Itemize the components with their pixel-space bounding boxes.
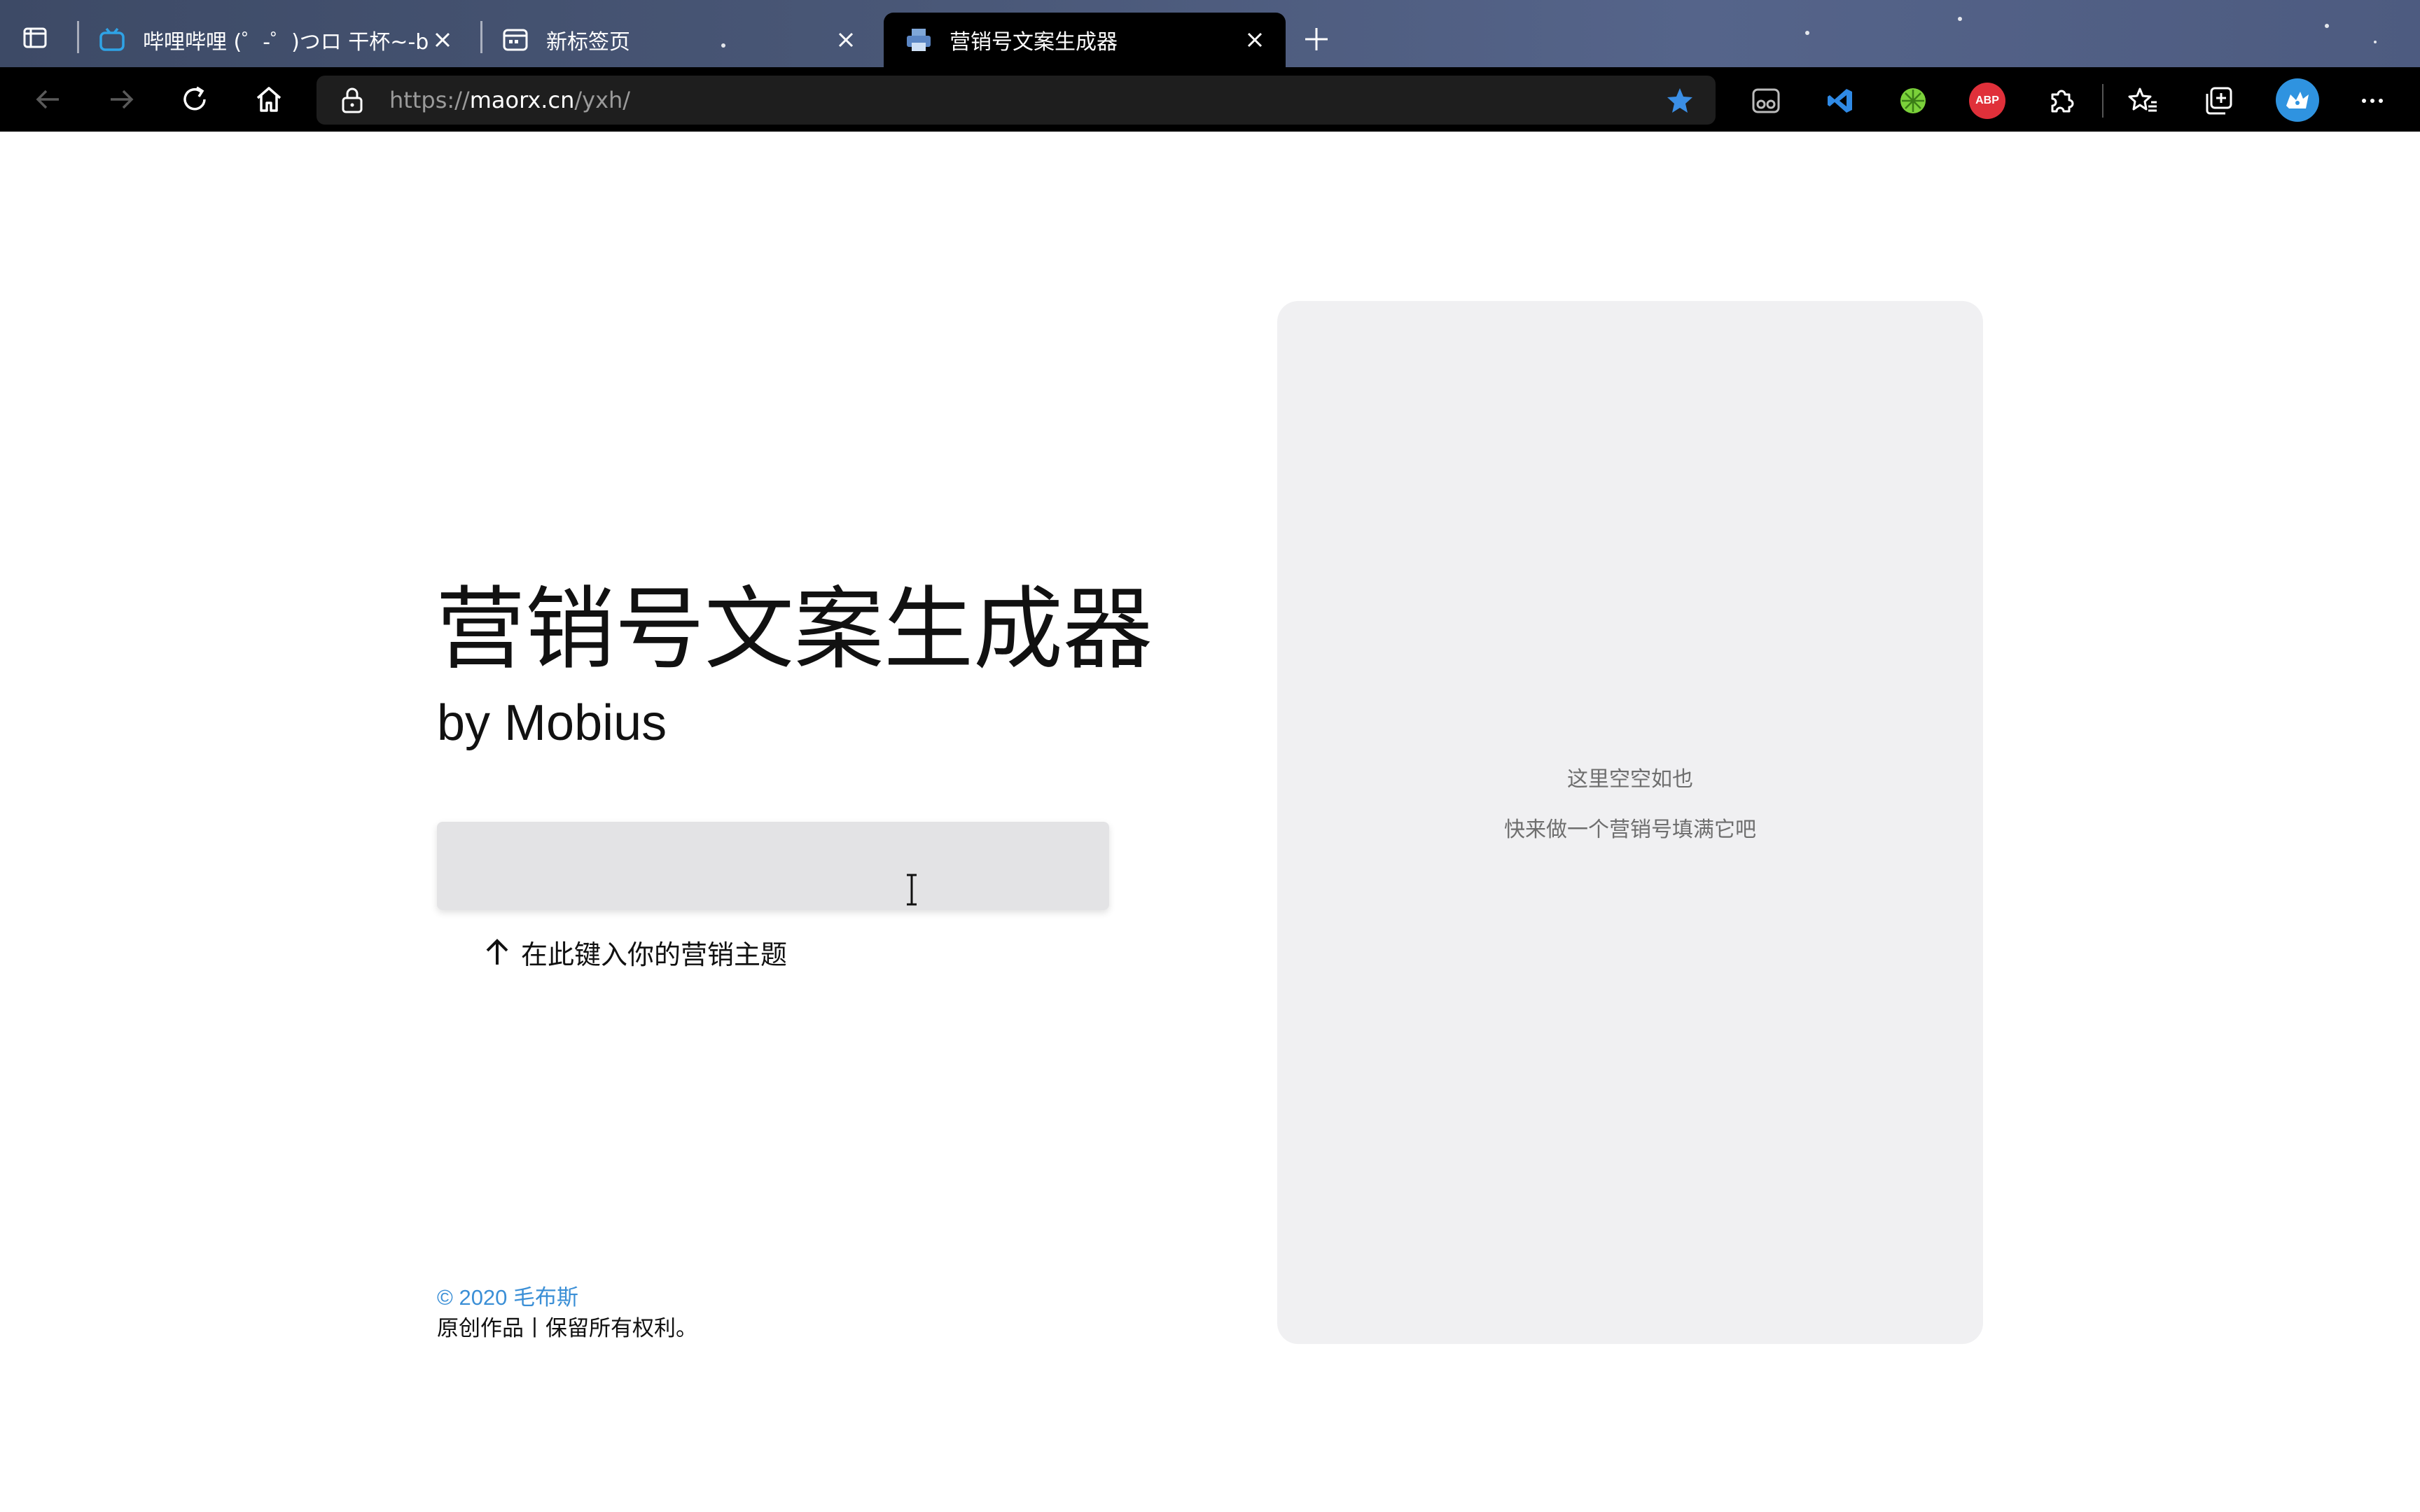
background-star [2374, 41, 2377, 43]
background-star [1805, 31, 1809, 35]
browser-tab-strip: 哔哩哔哩 (゜-゜)つロ 干杯~-bilibili 新标签页 营销号文案生成器 [0, 0, 2420, 67]
background-star [2325, 24, 2329, 28]
tab-title: 新标签页 [546, 30, 630, 55]
page-title: 营销号文案生成器 [436, 578, 1153, 682]
reading-glasses-icon[interactable] [1748, 83, 1784, 119]
printer-icon [905, 26, 933, 54]
new-tab-plus-icon[interactable] [1301, 24, 1332, 55]
back-arrow-icon[interactable] [31, 83, 64, 116]
forward-arrow-icon[interactable] [105, 83, 139, 116]
tab-actions-icon[interactable] [21, 24, 49, 52]
adblock-plus-icon[interactable]: ABP [1969, 83, 2005, 119]
green-wheel-icon[interactable] [1895, 83, 1931, 119]
home-icon[interactable] [252, 83, 286, 116]
footer-copyright-link[interactable]: © 2020 毛布斯 [437, 1282, 697, 1313]
profile-avatar-icon[interactable] [2276, 78, 2319, 122]
empty-state-title: 这里空空如也 [1567, 767, 1693, 792]
lock-icon[interactable] [338, 85, 367, 115]
bilibili-tv-icon [98, 26, 126, 54]
footer-rights: 原创作品丨保留所有权利。 [437, 1316, 697, 1341]
close-icon[interactable] [1241, 26, 1269, 54]
vscode-icon[interactable] [1822, 83, 1858, 119]
tab-title: 哔哩哔哩 (゜-゜)つロ 干杯~-bilibili [143, 30, 429, 55]
close-icon[interactable] [832, 26, 860, 54]
puzzle-extensions-icon[interactable] [2043, 83, 2080, 119]
favorite-star-icon[interactable] [1664, 84, 1696, 116]
url-host: maorx.cn [469, 87, 575, 113]
background-star [1958, 17, 1962, 21]
adblock-label: ABP [1975, 94, 1999, 106]
text-cursor-icon [905, 874, 919, 906]
input-hint: 在此键入你的营销主题 [483, 931, 787, 973]
tab-new-tab-page[interactable]: 新标签页 [480, 13, 877, 67]
page-footer: © 2020 毛布斯 原创作品丨保留所有权利。 [437, 1282, 697, 1344]
refresh-icon[interactable] [178, 83, 211, 116]
url-scheme: https:// [389, 87, 470, 113]
url-path: /yxh/ [574, 87, 631, 113]
tab-bilibili[interactable]: 哔哩哔哩 (゜-゜)つロ 干杯~-bilibili [77, 13, 473, 67]
tab-title: 营销号文案生成器 [950, 30, 1118, 55]
input-hint-text: 在此键入你的营销主题 [521, 939, 788, 970]
collections-icon[interactable] [2200, 83, 2237, 119]
marketing-topic-input[interactable] [437, 822, 1109, 910]
more-menu-icon[interactable] [2354, 83, 2391, 119]
page-subtitle: by Mobius [437, 695, 667, 751]
toolbar-divider [2102, 84, 2103, 118]
result-panel: 这里空空如也 快来做一个营销号填满它吧 [1277, 301, 1983, 1344]
url-text: https://maorx.cn/yxh/ [389, 76, 630, 125]
favorites-icon[interactable] [2125, 83, 2161, 119]
empty-state-message: 快来做一个营销号填满它吧 [1504, 818, 1756, 842]
tab-marketing-generator[interactable]: 营销号文案生成器 [884, 13, 1286, 67]
new-tab-page-icon [501, 26, 529, 54]
arrow-up-icon [483, 937, 511, 967]
address-bar[interactable]: https://maorx.cn/yxh/ [317, 76, 1716, 125]
close-icon[interactable] [429, 26, 457, 54]
